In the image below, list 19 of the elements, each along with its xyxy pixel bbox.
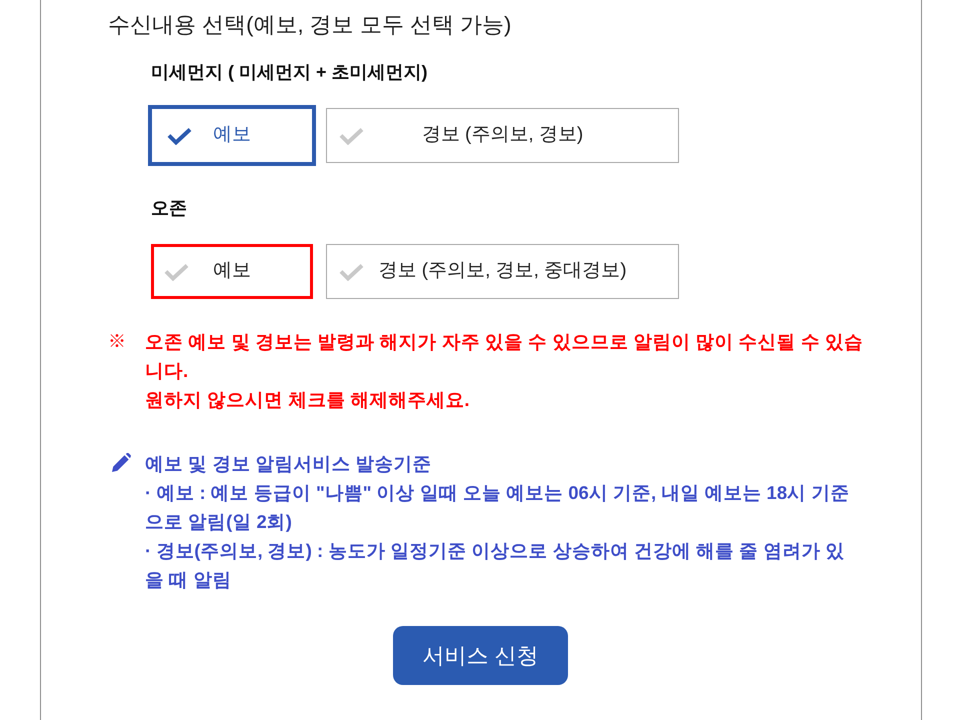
warning-text: 오존 예보 및 경보는 발령과 해지가 자주 있을 수 있으므로 알림이 많이 수신될 수 있습니다.	[145, 330, 864, 383]
check-icon	[167, 126, 192, 144]
info-title: 예보 및 경보 알림서비스 발송기준	[145, 452, 433, 476]
note-symbol: ※	[108, 330, 127, 353]
check-icon	[339, 126, 364, 144]
check-icon	[164, 262, 189, 280]
option-toggle[interactable]: 경보 (주의보, 경보)	[326, 108, 679, 163]
group-title: 오존	[151, 197, 188, 220]
option-toggle[interactable]: 예보	[148, 105, 316, 166]
option-toggle[interactable]: 예보	[151, 244, 313, 299]
pencil-icon	[112, 453, 132, 472]
check-icon	[339, 262, 364, 280]
group-title: 미세먼지 ( 미세먼지 + 초미세먼지)	[151, 61, 429, 84]
section-heading: 수신내용 선택(예보, 경보 모두 선택 가능)	[108, 11, 512, 39]
info-text: · 경보(주의보, 경보) : 농도가 일정기준 이상으로 상승하여 건강에 해를 줄 염려가 있을 때 알림	[145, 539, 846, 592]
option-toggle[interactable]: 경보 (주의보, 경보, 중대경보)	[326, 244, 679, 299]
warning-text: 원하지 않으시면 체크를 해제해주세요.	[145, 388, 471, 412]
apply-service-button[interactable]: 서비스 신청	[393, 626, 568, 685]
info-text: · 예보 : 예보 등급이 "나쁨" 이상 일때 오늘 예보는 06시 기준, 내일 예보는 18시 기준으로 알림(일 2회)	[145, 481, 850, 534]
